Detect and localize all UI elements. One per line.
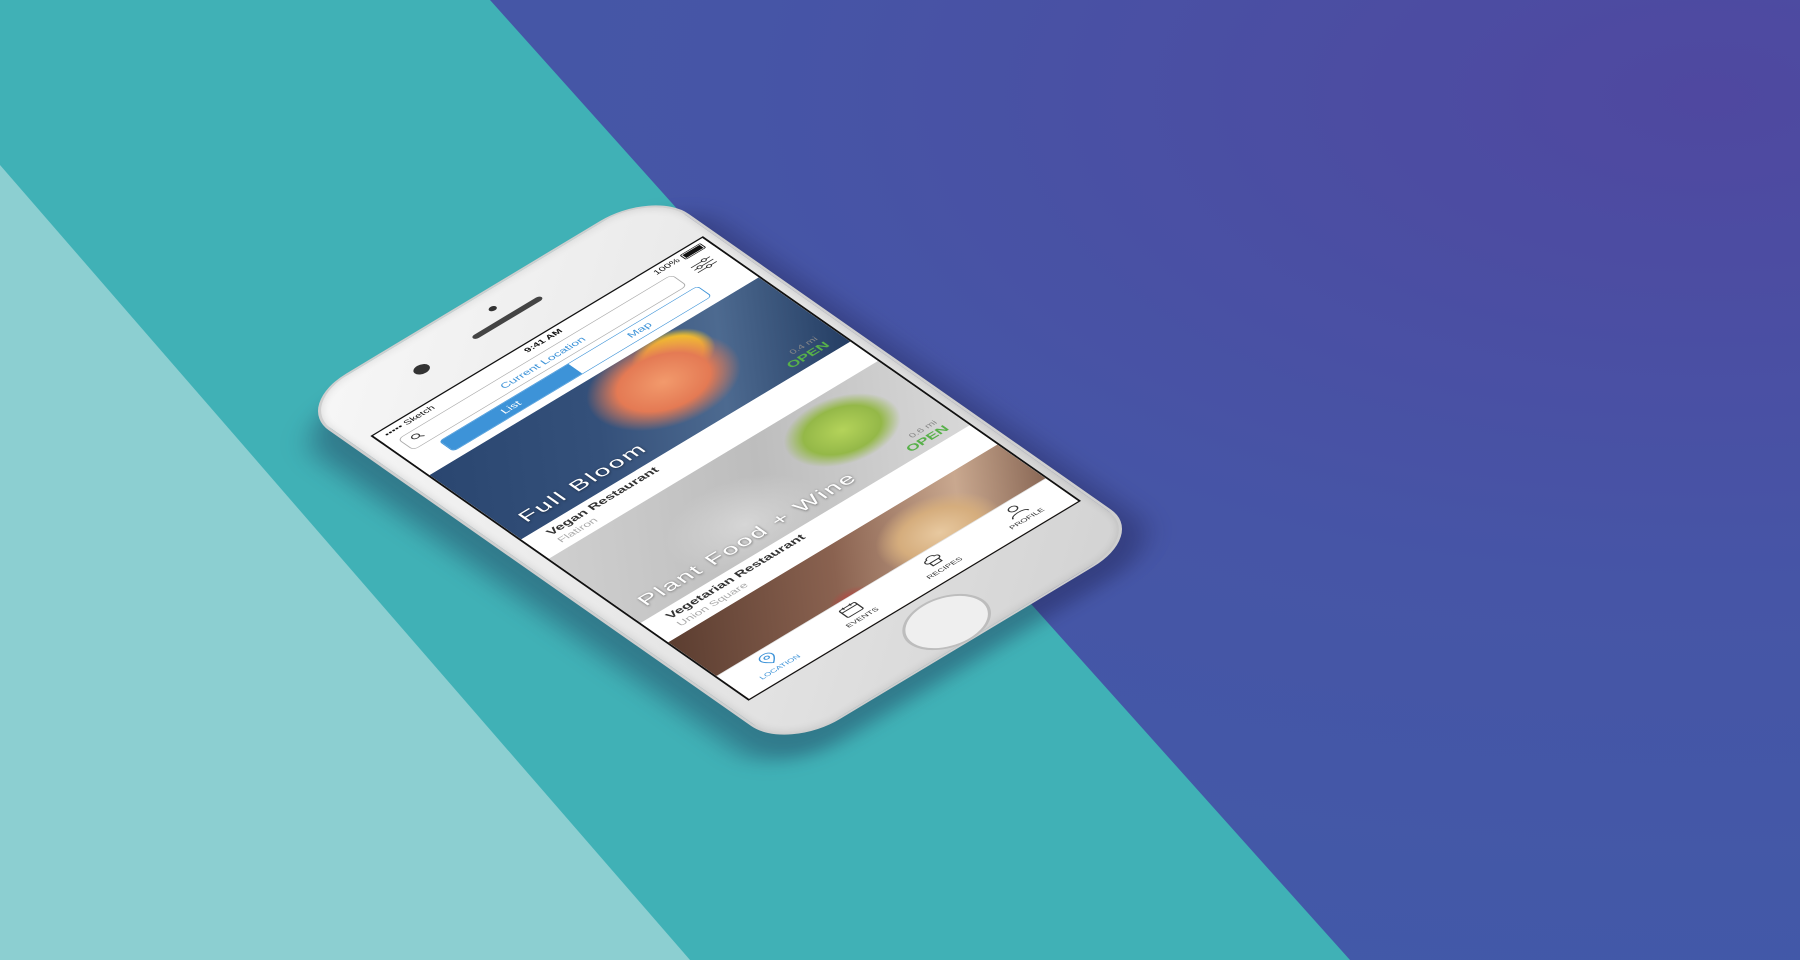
front-camera-icon [410, 361, 434, 377]
phone-mockup: ••••• Sketch 9:41 AM 100% Current Locati… [0, 0, 1800, 960]
proximity-sensor [487, 304, 499, 313]
phone-body: ••••• Sketch 9:41 AM 100% Current Locati… [293, 189, 1147, 751]
earpiece-speaker [470, 295, 544, 340]
phone-device: ••••• Sketch 9:41 AM 100% Current Locati… [284, 189, 1173, 779]
